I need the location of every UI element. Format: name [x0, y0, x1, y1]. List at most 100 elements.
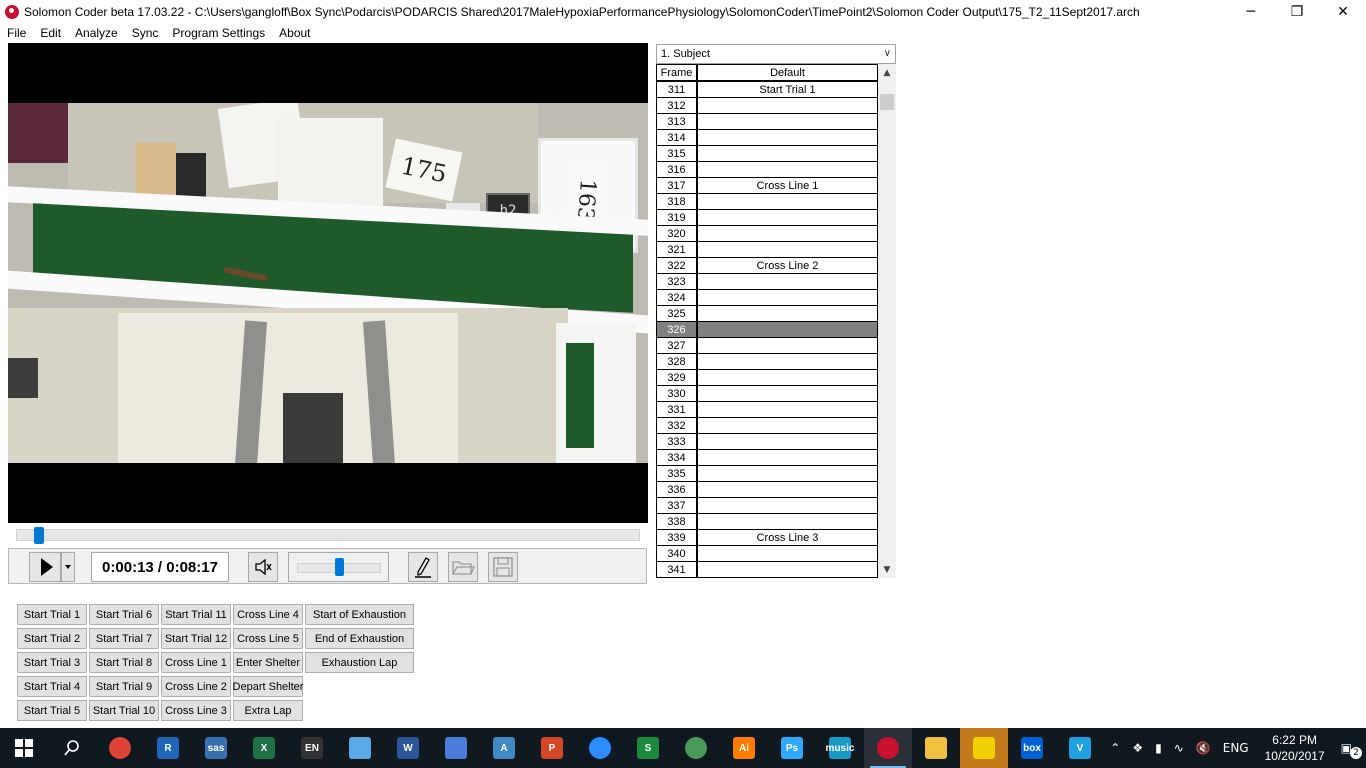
frame-number-cell[interactable]: 312 [657, 98, 698, 113]
frame-number-cell[interactable]: 325 [657, 306, 698, 321]
mute-button[interactable] [248, 552, 278, 582]
table-row[interactable]: 326 [657, 322, 877, 338]
behavior-button[interactable]: Exhaustion Lap [305, 652, 414, 673]
behavior-cell[interactable] [698, 370, 877, 385]
solomon-s-icon[interactable]: S [624, 728, 672, 768]
frame-number-cell[interactable]: 316 [657, 162, 698, 177]
behavior-cell[interactable]: Start Trial 1 [698, 82, 877, 97]
column-header-default[interactable]: Default [698, 65, 877, 80]
seek-bar[interactable] [16, 527, 640, 544]
menu-sync[interactable]: Sync [125, 26, 166, 40]
photoshop-icon[interactable]: Ps [768, 728, 816, 768]
table-row[interactable]: 329 [657, 370, 877, 386]
behavior-button[interactable]: Enter Shelter [233, 652, 303, 673]
frame-number-cell[interactable]: 336 [657, 482, 698, 497]
behavior-cell[interactable] [698, 434, 877, 449]
behavior-button[interactable]: Start Trial 6 [89, 604, 159, 625]
frame-number-cell[interactable]: 334 [657, 450, 698, 465]
behavior-button[interactable]: Start Trial 4 [17, 676, 87, 697]
behavior-button[interactable]: Start Trial 10 [89, 700, 159, 721]
table-row[interactable]: 331 [657, 402, 877, 418]
scrollbar-thumb[interactable] [880, 94, 894, 110]
word-icon[interactable]: W [384, 728, 432, 768]
table-row[interactable]: 332 [657, 418, 877, 434]
frame-number-cell[interactable]: 330 [657, 386, 698, 401]
behavior-button[interactable]: Start of Exhaustion [305, 604, 414, 625]
endnote-icon[interactable]: EN [288, 728, 336, 768]
behavior-cell[interactable] [698, 450, 877, 465]
frame-number-cell[interactable]: 318 [657, 194, 698, 209]
behavior-cell[interactable] [698, 482, 877, 497]
table-row[interactable]: 314 [657, 130, 877, 146]
table-row[interactable]: 320 [657, 226, 877, 242]
behavior-button[interactable]: Start Trial 12 [161, 628, 231, 649]
behavior-cell[interactable] [698, 386, 877, 401]
column-header-frame[interactable]: Frame [657, 65, 698, 80]
behavior-cell[interactable]: Cross Line 1 [698, 178, 877, 193]
behavior-button[interactable]: Start Trial 3 [17, 652, 87, 673]
language-indicator[interactable]: ENG [1217, 741, 1255, 755]
table-row[interactable]: 340 [657, 546, 877, 562]
behavior-cell[interactable] [698, 546, 877, 561]
notification-center-icon[interactable]: ▣ 2 [1335, 741, 1366, 759]
play-speed-dropdown[interactable] [61, 552, 75, 582]
frame-number-cell[interactable]: 339 [657, 530, 698, 545]
behavior-cell[interactable]: Cross Line 2 [698, 258, 877, 273]
menu-edit[interactable]: Edit [33, 26, 68, 40]
search-icon[interactable] [48, 728, 96, 768]
gecko-app-icon[interactable] [960, 728, 1008, 768]
behavior-cell[interactable] [698, 130, 877, 145]
table-row[interactable]: 312 [657, 98, 877, 114]
table-row[interactable]: 318 [657, 194, 877, 210]
edit-button[interactable] [408, 552, 438, 582]
chrome-icon[interactable] [96, 728, 144, 768]
behavior-button[interactable]: Start Trial 7 [89, 628, 159, 649]
behavior-cell[interactable] [698, 402, 877, 417]
behavior-button[interactable]: Extra Lap [233, 700, 303, 721]
frame-number-cell[interactable]: 324 [657, 290, 698, 305]
video-player[interactable]: 175 h2 163 [8, 43, 648, 523]
behavior-button[interactable]: Cross Line 4 [233, 604, 303, 625]
frame-number-cell[interactable]: 335 [657, 466, 698, 481]
table-row[interactable]: 334 [657, 450, 877, 466]
seek-thumb[interactable] [33, 527, 44, 544]
remote-desktop-icon[interactable] [432, 728, 480, 768]
behavior-button[interactable]: Cross Line 1 [161, 652, 231, 673]
v-app-icon[interactable]: V [1056, 728, 1104, 768]
volume-thumb[interactable] [335, 558, 344, 576]
sas-icon[interactable]: sas [192, 728, 240, 768]
scroll-up-icon[interactable]: ▲ [878, 64, 896, 81]
behavior-cell[interactable] [698, 114, 877, 129]
open-folder-button[interactable] [448, 552, 478, 582]
globe-icon[interactable] [672, 728, 720, 768]
behavior-cell[interactable] [698, 242, 877, 257]
frame-number-cell[interactable]: 317 [657, 178, 698, 193]
behavior-cell[interactable] [698, 226, 877, 241]
solomon-coder-taskbar-icon[interactable] [864, 728, 912, 768]
behavior-cell[interactable] [698, 498, 877, 513]
table-row[interactable]: 327 [657, 338, 877, 354]
behavior-cell[interactable] [698, 562, 877, 577]
behavior-cell[interactable] [698, 290, 877, 305]
behavior-button[interactable]: End of Exhaustion [305, 628, 414, 649]
behavior-cell[interactable] [698, 98, 877, 113]
save-button[interactable] [488, 552, 518, 582]
frame-number-cell[interactable]: 329 [657, 370, 698, 385]
scroll-down-icon[interactable]: ▼ [878, 561, 896, 578]
frame-number-cell[interactable]: 321 [657, 242, 698, 257]
wifi-icon[interactable]: ∿ [1168, 741, 1190, 755]
behavior-cell[interactable] [698, 146, 877, 161]
table-row[interactable]: 330 [657, 386, 877, 402]
table-row[interactable]: 325 [657, 306, 877, 322]
frame-number-cell[interactable]: 327 [657, 338, 698, 353]
close-button[interactable]: ✕ [1320, 0, 1366, 24]
menu-file[interactable]: File [0, 26, 33, 40]
illustrator-icon[interactable]: Ai [720, 728, 768, 768]
frame-number-cell[interactable]: 311 [657, 82, 698, 97]
behavior-button[interactable]: Cross Line 5 [233, 628, 303, 649]
table-row[interactable]: 341 [657, 562, 877, 577]
windows-start-icon[interactable] [0, 728, 48, 768]
menu-analyze[interactable]: Analyze [68, 26, 125, 40]
play-button[interactable] [29, 552, 61, 582]
menu-program-settings[interactable]: Program Settings [165, 26, 272, 40]
